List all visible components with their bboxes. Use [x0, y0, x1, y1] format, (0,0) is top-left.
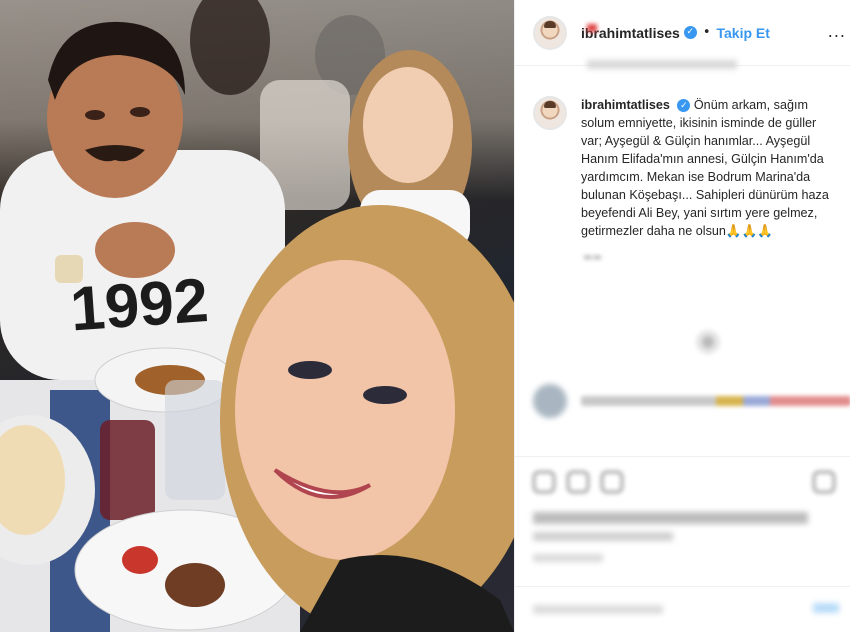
bookmark-icon[interactable]: [813, 471, 835, 493]
comment-meta-blurred: [587, 60, 737, 69]
more-horizontal-icon[interactable]: ...: [828, 22, 846, 41]
comment-emoji-blurred: [587, 24, 597, 32]
verified-badge-icon: ✓: [683, 26, 697, 39]
comment-row-blurred: [533, 384, 850, 418]
caption-username[interactable]: ibrahimtatlises: [581, 98, 670, 112]
comment-avatar: [533, 384, 567, 418]
likes-count-blurred: [533, 512, 808, 524]
caption-verified-badge-icon: ✓: [677, 99, 691, 113]
like-icon[interactable]: [533, 471, 555, 493]
post-comment-button[interactable]: [813, 603, 839, 613]
loading-spinner-icon: [694, 328, 722, 356]
caption-avatar[interactable]: [533, 96, 567, 130]
post-date-blurred: [533, 554, 603, 562]
add-comment-bar: [515, 586, 850, 632]
follow-button[interactable]: Takip Et: [717, 25, 770, 41]
comment-text-blurred: [581, 396, 850, 406]
post-sidebar: ibrahimtatlises ✓ • Takip Et ... ibrahim…: [514, 0, 850, 632]
caption-timestamp-blurred: ▬▬: [583, 252, 602, 263]
caption-text: Önüm arkam, sağım solum emniyette, ikisi…: [581, 98, 829, 238]
action-bar: [515, 456, 850, 506]
profile-avatar[interactable]: [533, 15, 567, 50]
caption-body: ibrahimtatlises ✓ Önüm arkam, sağım solu…: [581, 96, 840, 240]
likes-detail-blurred: [533, 532, 673, 541]
comment-icon[interactable]: [567, 471, 589, 493]
share-icon[interactable]: [601, 471, 623, 493]
post-caption: ibrahimtatlises ✓ Önüm arkam, sağım solu…: [515, 66, 850, 240]
header-separator: •: [702, 25, 711, 40]
post-photo[interactable]: 1992: [0, 0, 514, 632]
post-header: ibrahimtatlises ✓ • Takip Et ...: [515, 0, 850, 66]
add-comment-input[interactable]: [533, 605, 663, 614]
photo-illustration: 1992: [0, 0, 514, 632]
